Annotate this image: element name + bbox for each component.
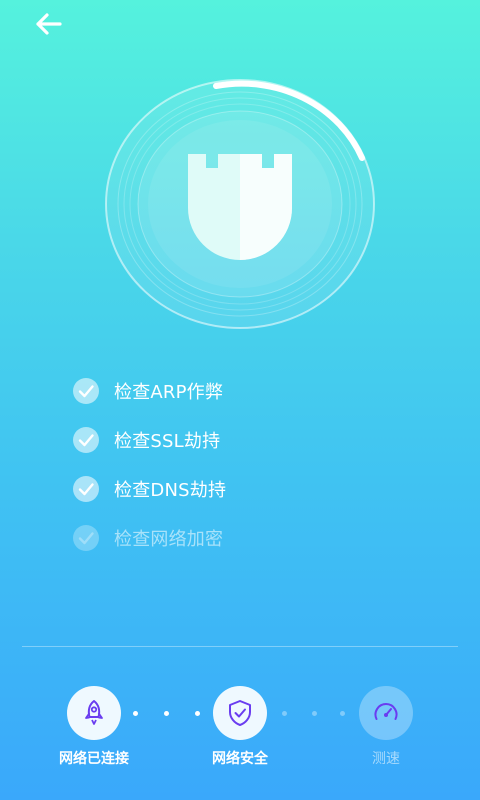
step-circle [359,686,413,740]
checkmark-circle-icon [73,475,99,502]
check-item-dns: 检查DNS劫持 [72,464,226,513]
checkmark-circle-icon [73,426,99,453]
checkmark-circle-icon [73,524,99,551]
check-label: 检查SSL劫持 [114,430,221,452]
rocket-icon [85,700,103,725]
step-speed-test: 测速 [331,686,441,768]
check-item-encryption: 检查网络加密 [72,513,226,562]
shield-check-icon [229,700,251,726]
step-network-security: 网络安全 [185,686,295,768]
step-label: 网络已连接 [59,751,129,767]
check-label: 检查DNS劫持 [114,479,227,501]
step-circle [213,686,267,740]
check-label: 检查网络加密 [114,528,224,550]
arrow-left-icon [36,13,62,35]
checkmark-circle-icon [73,377,99,404]
step-label: 测速 [372,751,400,767]
security-scan-indicator [104,78,376,330]
step-circle [67,686,121,740]
progress-dot [282,711,287,716]
speedometer-icon [374,703,398,720]
step-label: 网络安全 [212,751,268,767]
step-network-connected: 网络已连接 [39,686,149,768]
check-item-arp: 检查ARP作弊 [72,366,226,415]
check-item-ssl: 检查SSL劫持 [72,415,226,464]
back-button[interactable] [30,8,70,40]
divider [22,646,458,647]
check-list: 检查ARP作弊 检查SSL劫持 检查DNS劫持 检查网络加密 [72,366,226,562]
progress-dot [133,711,138,716]
check-label: 检查ARP作弊 [114,381,224,403]
castle-shield-icon [188,154,292,260]
progress-dot [164,711,169,716]
progress-dot [312,711,317,716]
